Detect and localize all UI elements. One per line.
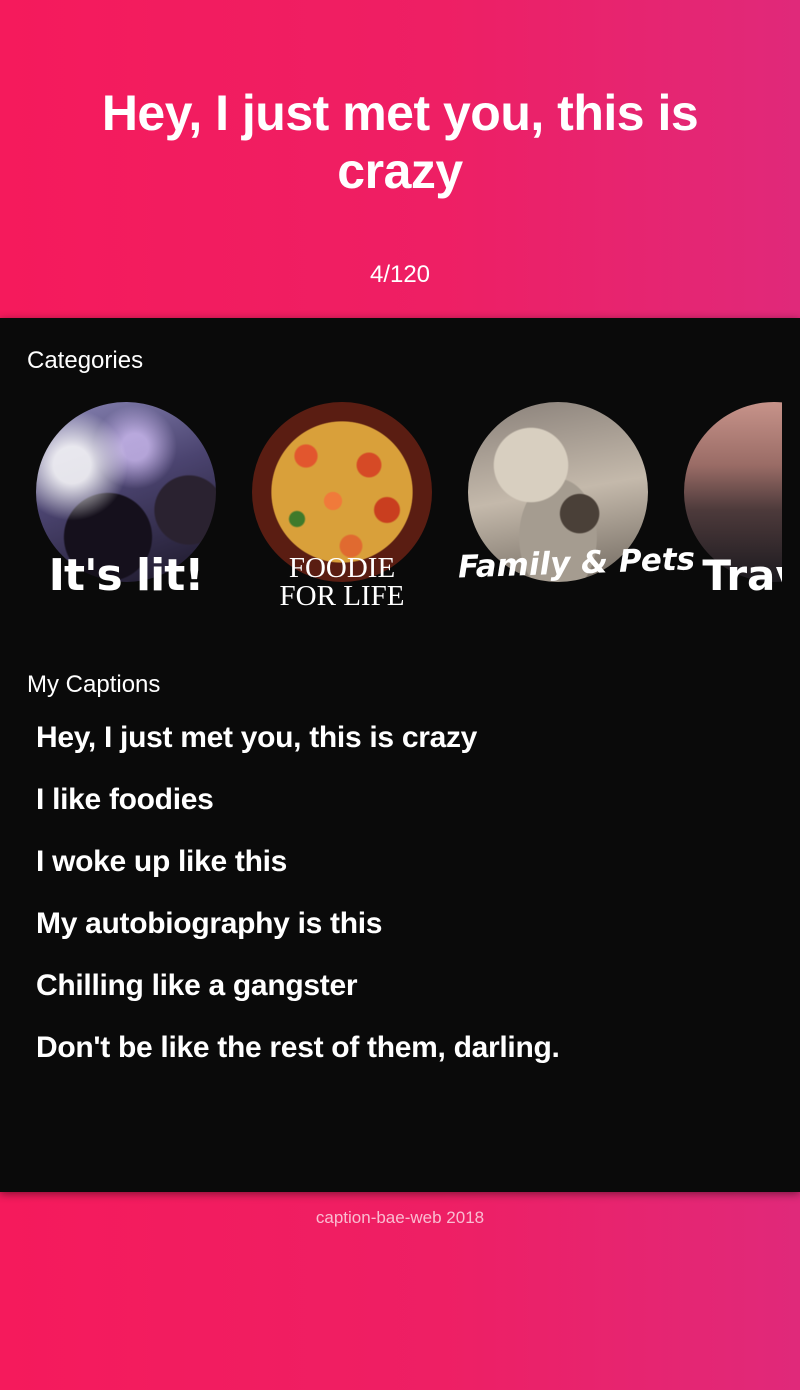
category-foodie-for-life[interactable]: FOODIE FOR LIFE bbox=[242, 402, 442, 622]
content-panel: Categories It's lit! FOODIE FOR LIFE Fam… bbox=[0, 318, 800, 1192]
category-family-pets[interactable]: Family & Pets bbox=[457, 402, 696, 622]
caption-counter: 4/120 bbox=[369, 261, 431, 288]
categories-heading: Categories bbox=[27, 347, 144, 374]
caption-list-item[interactable]: I like foodies bbox=[36, 782, 776, 844]
category-its-lit[interactable]: It's lit! bbox=[26, 402, 226, 622]
current-caption-text: Hey, I just met you, this is crazy bbox=[101, 85, 699, 199]
category-label: Family & Pets bbox=[457, 541, 696, 586]
caption-list-item[interactable]: My autobiography is this bbox=[36, 906, 776, 968]
current-caption-header: Hey, I just met you, this is crazy 4/120 bbox=[0, 0, 800, 318]
my-captions-heading: My Captions bbox=[27, 671, 161, 698]
caption-list-item[interactable]: Don't be like the rest of them, darling. bbox=[36, 1030, 776, 1092]
category-label: FOODIE FOR LIFE bbox=[242, 552, 442, 612]
caption-list-item[interactable]: Hey, I just met you, this is crazy bbox=[36, 720, 776, 782]
my-captions-list: Hey, I just met you, this is crazy I lik… bbox=[36, 720, 776, 1092]
categories-carousel[interactable]: It's lit! FOODIE FOR LIFE Family & Pets … bbox=[0, 398, 782, 628]
category-label: Travel bbox=[702, 551, 782, 600]
category-label-text: FOODIE FOR LIFE bbox=[279, 552, 405, 612]
footer-credit: caption-bae-web 2018 bbox=[315, 1208, 485, 1227]
caption-list-item[interactable]: I woke up like this bbox=[36, 844, 776, 906]
caption-list-item[interactable]: Chilling like a gangster bbox=[36, 968, 776, 1030]
category-travel[interactable]: Travel bbox=[674, 402, 782, 622]
category-label: It's lit! bbox=[48, 550, 205, 601]
